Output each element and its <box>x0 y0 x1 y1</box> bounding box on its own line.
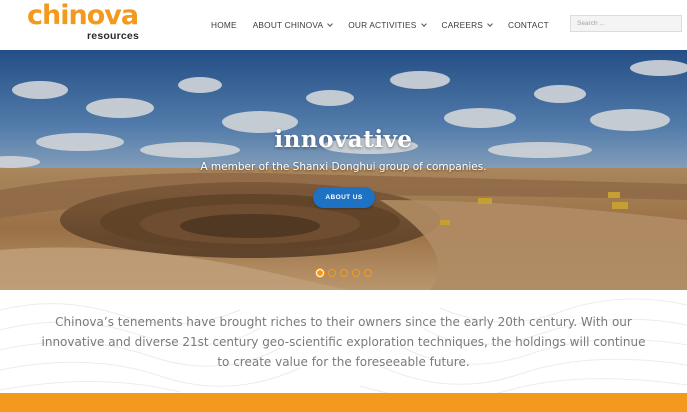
about-us-button[interactable]: ABOUT US <box>313 187 375 208</box>
slider-dot-5[interactable] <box>364 269 372 277</box>
logo-tagline: resources <box>87 30 139 42</box>
hero-title: innovative <box>274 126 413 153</box>
slider-dot-1[interactable] <box>316 269 324 277</box>
chevron-down-icon <box>327 20 334 27</box>
nav-item-our-activities[interactable]: OUR ACTIVITIES <box>340 0 433 50</box>
nav-item-label: OUR ACTIVITIES <box>348 20 417 30</box>
chevron-down-icon <box>487 20 493 27</box>
nav-item-careers[interactable]: CAREERS <box>434 0 501 50</box>
nav-item-label: CAREERS <box>441 20 484 30</box>
nav-item-label: ABOUT CHINOVA <box>252 20 324 30</box>
footer-accent-bar <box>0 393 687 412</box>
nav-item-home[interactable]: HOME <box>203 0 245 50</box>
slider-pagination <box>316 269 372 277</box>
nav-item-contact[interactable]: CONTACT <box>500 0 557 50</box>
slider-dot-2[interactable] <box>328 269 336 277</box>
slider-dot-4[interactable] <box>352 269 360 277</box>
site-header: chinova resources HOME ABOUT CHINOVA OUR… <box>0 0 687 50</box>
intro-paragraph: Chinova’s tenements have brought riches … <box>41 315 646 369</box>
search-input[interactable] <box>570 15 682 32</box>
nav-item-label: HOME <box>211 20 237 30</box>
hero-slider: innovative A member of the Shanxi Donghu… <box>0 50 687 290</box>
slider-dot-3[interactable] <box>340 269 348 277</box>
main-navigation: HOME ABOUT CHINOVA OUR ACTIVITIES CAREER… <box>203 0 557 50</box>
nav-item-label: CONTACT <box>508 20 549 30</box>
chevron-down-icon <box>420 20 427 27</box>
logo-wordmark: chinova <box>27 0 139 31</box>
chinova-logo[interactable]: chinova resources <box>27 0 147 47</box>
intro-section: Chinova’s tenements have brought riches … <box>0 290 687 393</box>
nav-item-about-chinova[interactable]: ABOUT CHINOVA <box>245 0 341 50</box>
hero-subtitle: A member of the Shanxi Donghui group of … <box>200 161 487 173</box>
